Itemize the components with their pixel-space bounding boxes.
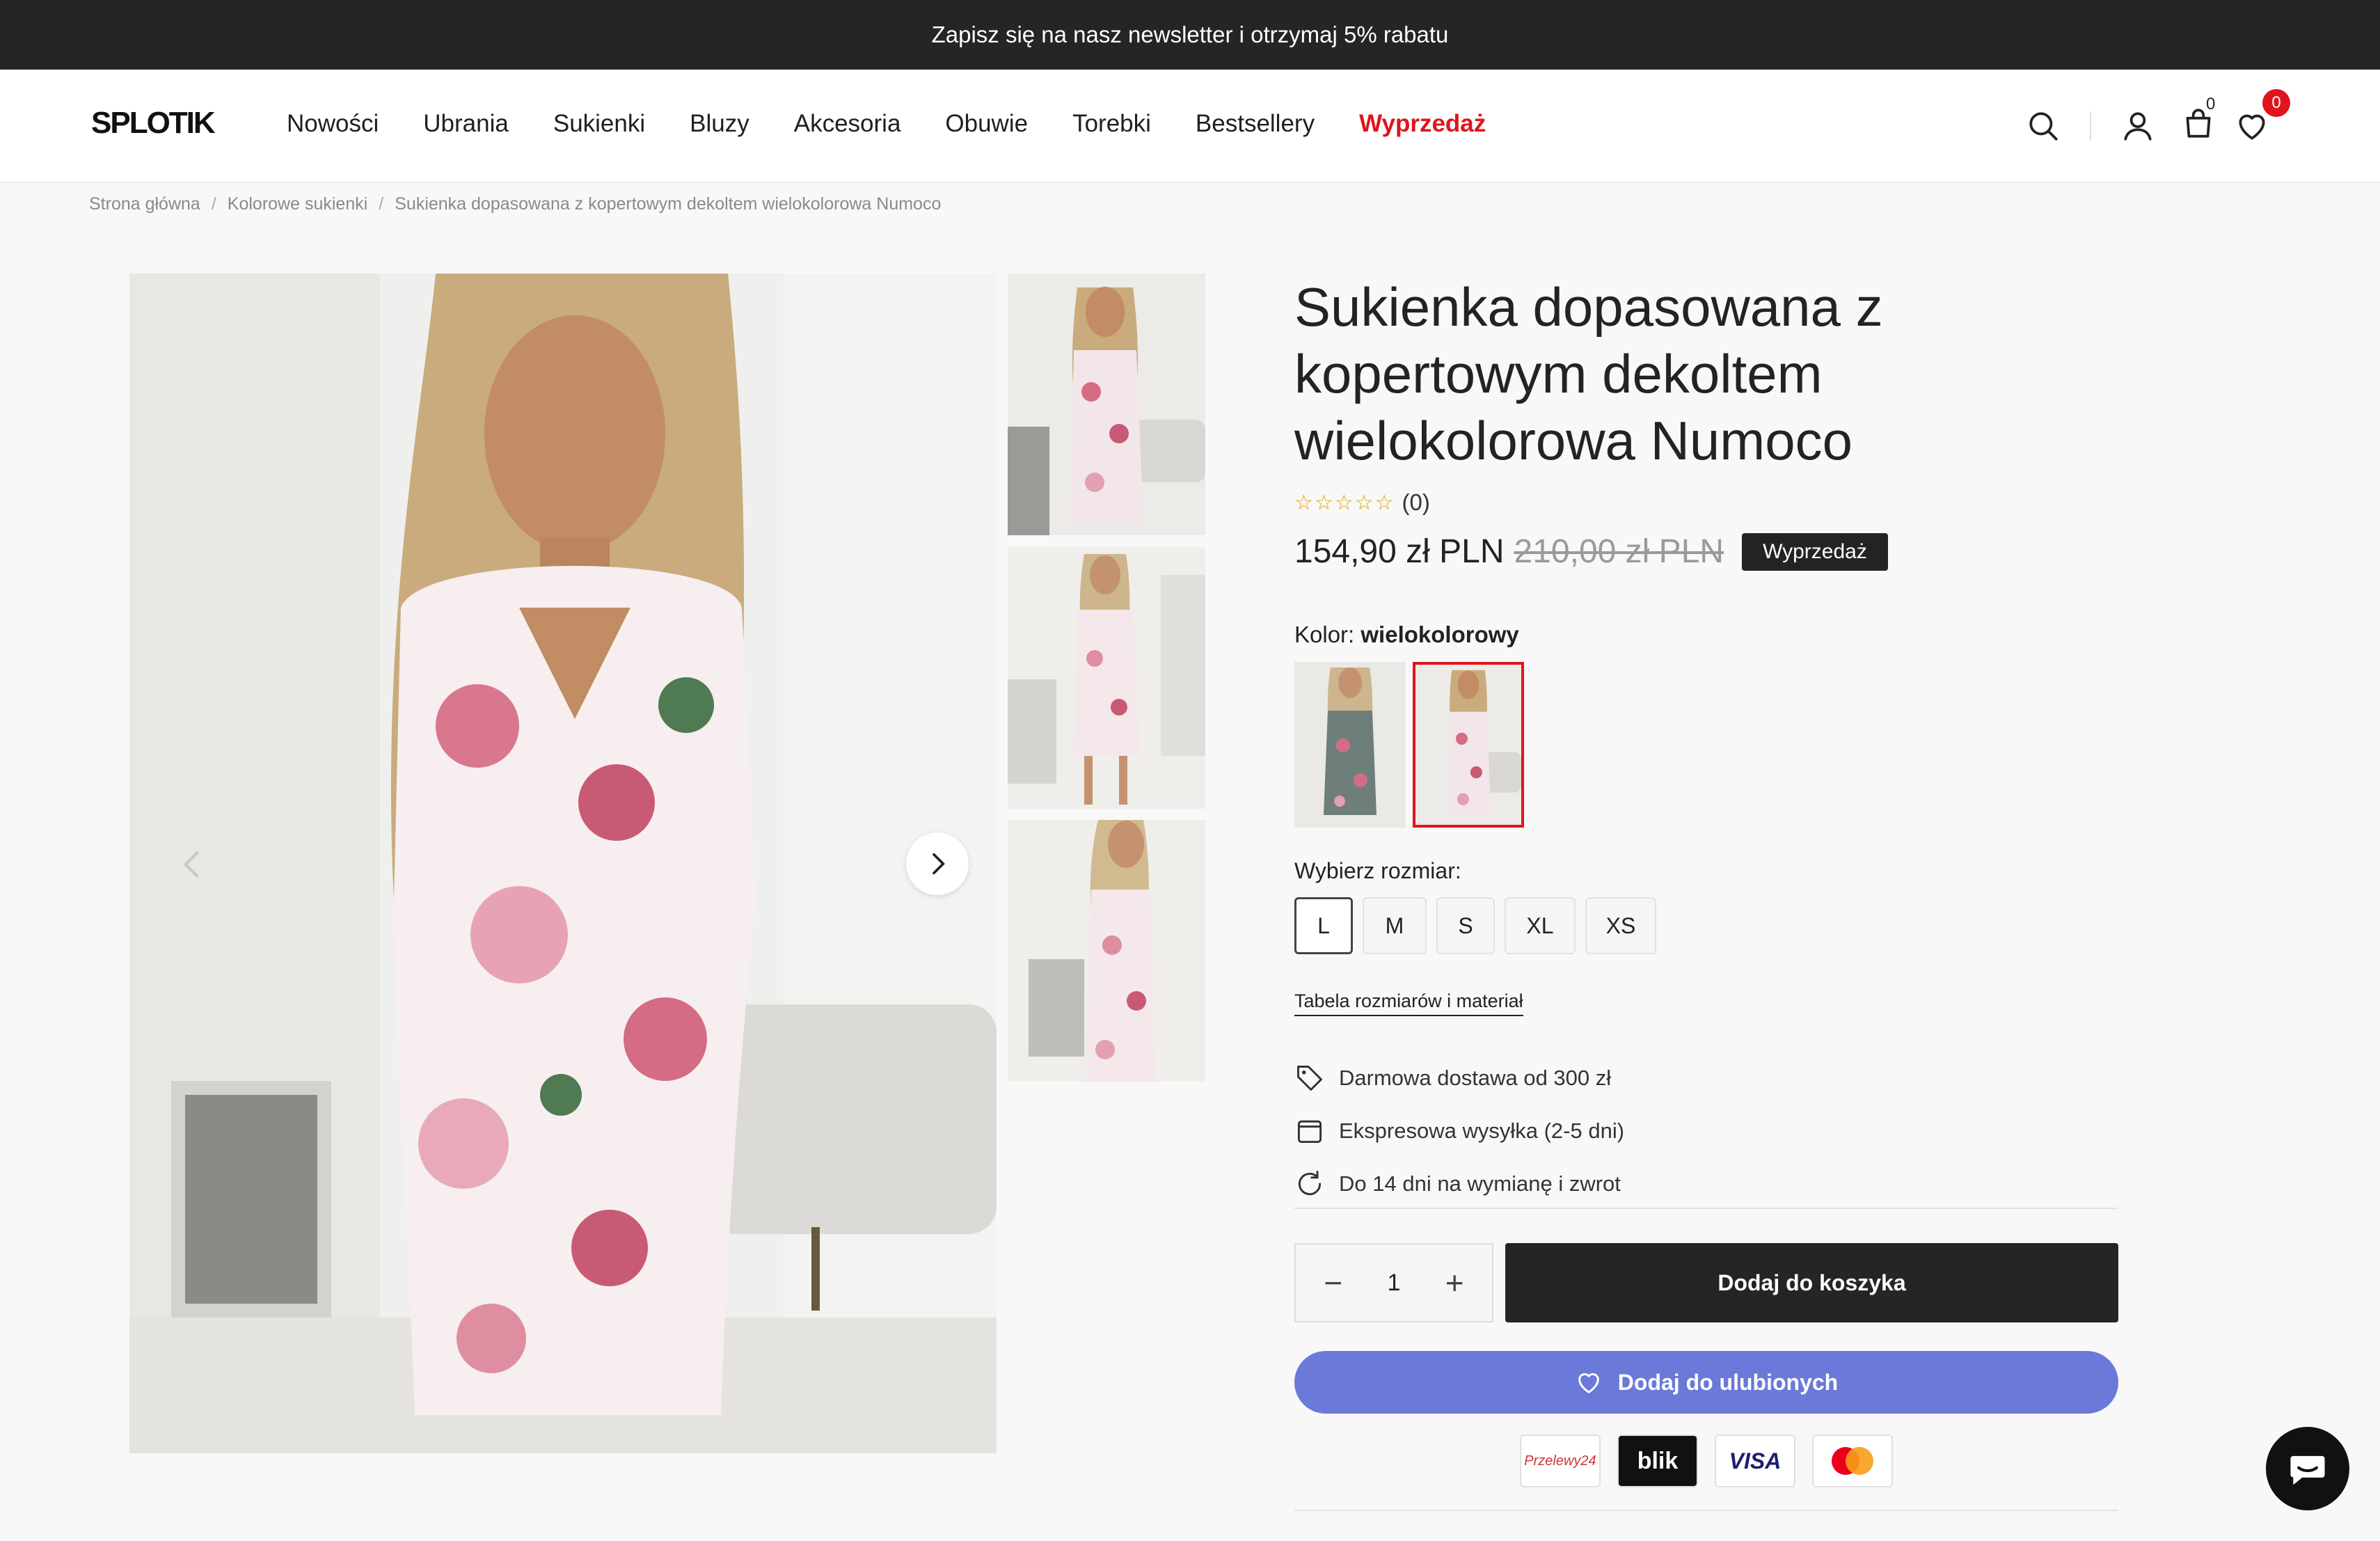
sale-badge: Wyprzedaż: [1742, 532, 1888, 571]
product-thumbnail[interactable]: [1008, 547, 1205, 809]
tag-icon: [1297, 1066, 1322, 1091]
refresh-icon: [1298, 1171, 1322, 1196]
feature-text: Ekspresowa wysyłka (2-5 dni): [1339, 1119, 1625, 1143]
account-icon[interactable]: [2120, 109, 2155, 143]
price-row: 154,90 zł PLN 210,00 zł PLN Wyprzedaż: [1294, 532, 1888, 571]
rating-count: (0): [1402, 489, 1430, 515]
mastercard-circles: [1832, 1447, 1873, 1475]
size-table-link[interactable]: Tabela rozmiarów i materiał: [1294, 990, 1523, 1016]
chevron-left-icon[interactable]: [175, 844, 210, 885]
product-main-image[interactable]: [129, 274, 997, 1453]
increase-quantity-button[interactable]: +: [1434, 1264, 1475, 1302]
divider: [1294, 1208, 2118, 1209]
blik-logo: blik: [1617, 1435, 1698, 1487]
feature-text: Darmowa dostawa od 300 zł: [1339, 1066, 1612, 1090]
announcement-text: Zapisz się na nasz newsletter i otrzymaj…: [931, 22, 1449, 47]
feature-text: Do 14 dni na wymianę i zwrot: [1339, 1171, 1621, 1196]
breadcrumb-separator: /: [211, 194, 216, 214]
star-outline-icon: ☆: [1294, 491, 1313, 514]
product-rating[interactable]: ☆ ☆ ☆ ☆ ☆ (0): [1294, 489, 2118, 516]
star-outline-icon: ☆: [1334, 491, 1354, 514]
cart-count: 0: [2206, 95, 2216, 113]
size-label: Wybierz rozmiar:: [1294, 858, 1461, 883]
star-outline-icon: ☆: [1354, 491, 1374, 514]
color-swatch-option[interactable]: [1294, 662, 1406, 828]
feature-item: Ekspresowa wysyłka (2-5 dni): [1294, 1105, 1624, 1157]
heart-icon[interactable]: [2235, 109, 2269, 143]
payment-name: Przelewy24: [1524, 1453, 1596, 1469]
breadcrumb: Strona główna / Kolorowe sukienki / Suki…: [89, 194, 941, 214]
header-divider: [2090, 111, 2091, 141]
product-photo-illustration: [129, 274, 997, 1453]
swatch-photo: [1294, 662, 1406, 828]
size-option-xs[interactable]: XS: [1585, 897, 1656, 954]
thumbnail-photo: [1008, 274, 1205, 535]
chat-icon: [2290, 1455, 2325, 1485]
payment-methods: Przelewy24 blik VISA: [1520, 1435, 1910, 1487]
nav-item-obuwie[interactable]: Obuwie: [945, 110, 1028, 138]
product-info: Sukienka dopasowana z kopertowym dekolte…: [1294, 274, 2118, 1511]
color-label: Kolor: wielokolorowy: [1294, 622, 1519, 648]
size-option-xl[interactable]: XL: [1505, 897, 1576, 954]
site-logo[interactable]: SPLOTIK: [91, 106, 216, 141]
swatch-photo: [1415, 665, 1521, 825]
breadcrumb-home[interactable]: Strona główna: [89, 194, 200, 214]
calendar-icon: [1297, 1120, 1322, 1144]
add-to-cart-button[interactable]: Dodaj do koszyka: [1505, 1243, 2118, 1322]
quantity-value[interactable]: 1: [1388, 1270, 1401, 1297]
heart-icon: [1578, 1373, 1599, 1393]
announcement-bar[interactable]: Zapisz się na nasz newsletter i otrzymaj…: [0, 0, 2380, 70]
quantity-stepper: − 1 +: [1294, 1243, 1493, 1322]
chevron-right-icon: [933, 853, 945, 875]
thumbnail-photo: [1008, 547, 1205, 809]
chat-widget-button[interactable]: [2266, 1427, 2349, 1510]
color-value: wielokolorowy: [1360, 622, 1519, 647]
breadcrumb-current: Sukienka dopasowana z kopertowym dekolte…: [395, 194, 942, 214]
decrease-quantity-button[interactable]: −: [1312, 1264, 1354, 1302]
old-price: 210,00 zł PLN: [1514, 533, 1724, 570]
feature-item: Darmowa dostawa od 300 zł: [1294, 1052, 1624, 1105]
visa-logo: VISA: [1715, 1435, 1795, 1487]
nav-item-akcesoria[interactable]: Akcesoria: [794, 110, 901, 138]
current-price: 154,90 zł PLN: [1294, 533, 1505, 570]
product-title: Sukienka dopasowana z kopertowym dekolte…: [1294, 276, 1883, 471]
rating-stars: ☆ ☆ ☆ ☆ ☆: [1294, 491, 1395, 515]
product-thumbnail[interactable]: [1008, 274, 1205, 535]
nav-item-nowosci[interactable]: Nowości: [287, 110, 379, 138]
wishlist-count-badge: 0: [2262, 89, 2290, 117]
nav-item-torebki[interactable]: Torebki: [1072, 110, 1151, 138]
size-selector: L M S XL XS: [1294, 897, 1666, 954]
nav-item-ubrania[interactable]: Ubrania: [423, 110, 509, 138]
thumbnail-photo: [1008, 820, 1205, 1082]
site-header: SPLOTIK Nowości Ubrania Sukienki Bluzy A…: [0, 70, 2380, 183]
payment-name: VISA: [1729, 1448, 1782, 1473]
payment-name: blik: [1637, 1447, 1679, 1474]
search-icon[interactable]: [2026, 109, 2061, 143]
product-thumbnail[interactable]: [1008, 820, 1205, 1082]
next-image-button[interactable]: [906, 832, 969, 895]
nav-item-wyprzedaz[interactable]: Wyprzedaż: [1359, 110, 1486, 138]
breadcrumb-category[interactable]: Kolorowe sukienki: [228, 194, 368, 214]
mastercard-logo: [1812, 1435, 1893, 1487]
color-label-text: Kolor:: [1294, 622, 1355, 647]
nav-item-bestsellery[interactable]: Bestsellery: [1196, 110, 1315, 138]
feature-item: Do 14 dni na wymianę i zwrot: [1294, 1157, 1624, 1210]
add-to-wishlist-label: Dodaj do ulubionych: [1617, 1369, 1839, 1395]
size-option-s[interactable]: S: [1436, 897, 1495, 954]
nav-item-sukienki[interactable]: Sukienki: [553, 110, 645, 138]
color-swatch-option-selected[interactable]: [1413, 662, 1524, 828]
main-nav: Nowości Ubrania Sukienki Bluzy Akcesoria…: [287, 110, 1530, 138]
add-to-wishlist-button[interactable]: Dodaj do ulubionych: [1294, 1351, 2118, 1414]
size-option-l[interactable]: L: [1294, 897, 1353, 954]
size-option-m[interactable]: M: [1363, 897, 1427, 954]
divider: [1294, 1510, 2118, 1511]
breadcrumb-separator: /: [379, 194, 384, 214]
star-outline-icon: ☆: [1314, 491, 1333, 514]
nav-item-bluzy[interactable]: Bluzy: [690, 110, 749, 138]
star-outline-icon: ☆: [1374, 491, 1394, 514]
feature-list: Darmowa dostawa od 300 zł Ekspresowa wys…: [1294, 1052, 1624, 1210]
przelewy24-logo: Przelewy24: [1520, 1435, 1601, 1487]
